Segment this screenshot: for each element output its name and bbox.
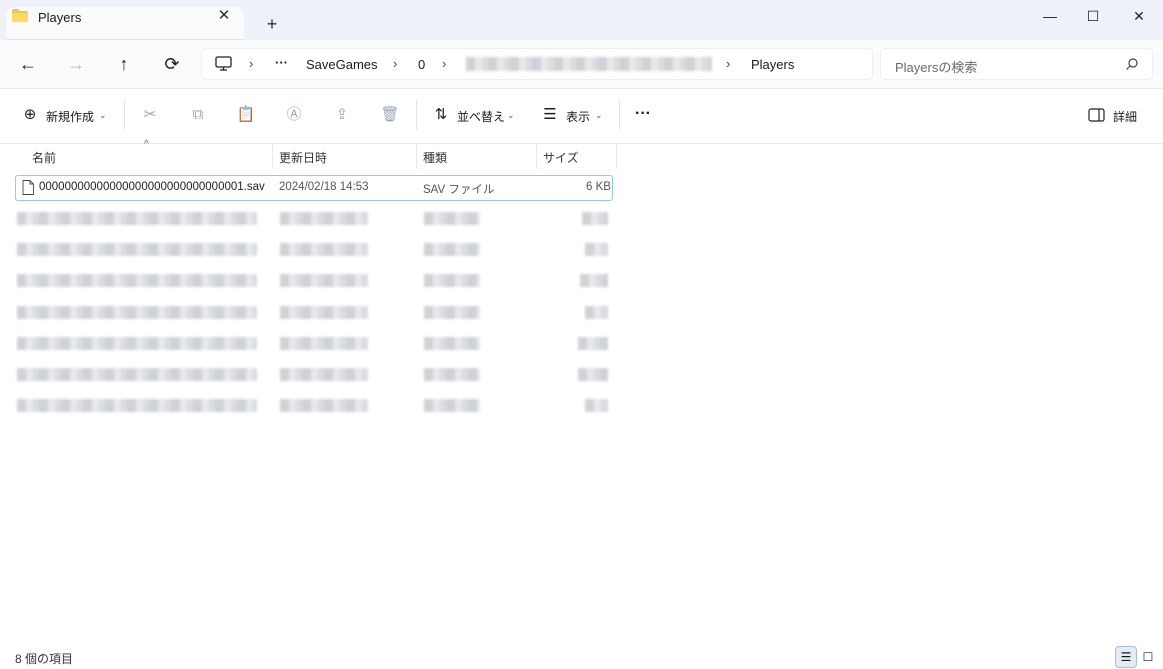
list-item[interactable] (17, 337, 257, 350)
details-pane-icon[interactable] (1088, 108, 1105, 122)
list-item-type (424, 337, 480, 350)
breadcrumb-item-players[interactable]: Players (751, 57, 794, 72)
chevron-down-icon[interactable]: ⌄ (507, 110, 515, 121)
breadcrumb-item-savegames[interactable]: SaveGames (306, 57, 378, 72)
forward-button[interactable]: → (62, 50, 90, 78)
column-divider[interactable] (272, 143, 273, 169)
list-item-size (578, 337, 608, 350)
view-button[interactable]: 表示 (566, 108, 590, 125)
column-header-modified[interactable]: 更新日時 (279, 149, 327, 166)
rename-icon[interactable]: Ⓐ (283, 104, 305, 126)
file-size: 6 KB (586, 181, 611, 193)
list-item-date (280, 243, 368, 256)
search-input[interactable]: Playersの検索 (895, 57, 977, 76)
cut-icon[interactable]: ✂ (139, 104, 161, 126)
tiles-view-icon[interactable]: ☐ (1138, 647, 1158, 667)
sort-ascending-icon: ^ (144, 139, 149, 150)
list-item-type (424, 212, 480, 225)
up-button[interactable]: ↑ (110, 50, 138, 78)
file-name[interactable]: 00000000000000000000000000000001.sav (39, 181, 265, 193)
list-item-date (280, 274, 368, 287)
list-item[interactable] (17, 368, 257, 381)
tab-title: Players (38, 10, 82, 25)
breadcrumb-separator: › (393, 56, 398, 71)
list-item-type (424, 274, 480, 287)
file-modified: 2024/02/18 14:53 (279, 181, 369, 193)
delete-icon[interactable]: 🗑 (379, 104, 401, 126)
list-item-type (424, 399, 480, 412)
list-item[interactable] (17, 306, 257, 319)
column-divider[interactable] (416, 143, 417, 169)
item-count: 8 個の項目 (15, 652, 74, 666)
list-item-type (424, 306, 480, 319)
column-header-type[interactable]: 種類 (423, 149, 447, 166)
list-item[interactable] (17, 212, 257, 225)
new-tab-button[interactable]: + (262, 15, 282, 35)
details-view-icon[interactable]: ☰ (1116, 647, 1136, 667)
new-button[interactable]: 新規作成 (46, 108, 94, 125)
folder-icon (12, 9, 28, 22)
new-icon[interactable]: ⊕ (19, 104, 41, 126)
search-icon[interactable] (1125, 57, 1139, 71)
more-options-button[interactable]: ··· (635, 105, 651, 123)
list-item-type (424, 368, 480, 381)
list-item-size (585, 306, 608, 319)
back-button[interactable]: ← (14, 50, 42, 78)
toolbar-divider (416, 100, 417, 130)
list-item-date (280, 337, 368, 350)
sort-icon[interactable]: ⇅ (430, 104, 452, 126)
view-icon[interactable]: ☰ (539, 104, 561, 126)
chevron-down-icon[interactable]: ⌄ (595, 110, 603, 121)
monitor-icon[interactable] (215, 56, 232, 71)
list-item-type (424, 243, 480, 256)
status-bar (0, 645, 1163, 669)
breadcrumb-more[interactable]: ··· (275, 55, 288, 70)
column-divider[interactable] (536, 143, 537, 169)
list-item-size (582, 212, 608, 225)
column-header-size[interactable]: サイズ (543, 149, 579, 166)
breadcrumb-separator: › (249, 56, 254, 71)
list-item-size (585, 243, 608, 256)
list-item-date (280, 306, 368, 319)
list-item-size (580, 274, 608, 287)
column-divider[interactable] (616, 143, 617, 169)
refresh-button[interactable]: ⟳ (158, 50, 186, 78)
list-item-size (585, 399, 608, 412)
breadcrumb-separator: › (726, 56, 731, 71)
share-icon[interactable]: ⇪ (331, 104, 353, 126)
breadcrumb-item-redacted[interactable] (466, 57, 712, 71)
toolbar-divider (124, 100, 125, 130)
list-item-date (280, 368, 368, 381)
tab-close-icon[interactable]: ✕ (214, 6, 234, 26)
file-icon (22, 180, 34, 195)
list-item[interactable] (17, 399, 257, 412)
toolbar-divider (619, 100, 620, 130)
chevron-down-icon[interactable]: ⌄ (99, 110, 107, 121)
sort-button[interactable]: 並べ替え (457, 108, 505, 125)
column-header-name[interactable]: 名前 (32, 149, 56, 166)
list-item-date (280, 212, 368, 225)
copy-icon[interactable]: ⧉ (187, 104, 209, 126)
list-item-size (578, 368, 608, 381)
list-item[interactable] (17, 274, 257, 287)
list-item[interactable] (17, 243, 257, 256)
minimize-button[interactable]: — (1040, 6, 1060, 26)
maximize-button[interactable]: ☐ (1083, 6, 1103, 26)
file-type: SAV ファイル (423, 184, 495, 196)
paste-icon[interactable]: 📋 (235, 104, 257, 126)
list-item-date (280, 399, 368, 412)
details-button[interactable]: 詳細 (1113, 108, 1137, 125)
breadcrumb-item-0[interactable]: 0 (418, 57, 425, 72)
close-button[interactable]: ✕ (1129, 6, 1149, 26)
breadcrumb-separator: › (442, 56, 447, 71)
